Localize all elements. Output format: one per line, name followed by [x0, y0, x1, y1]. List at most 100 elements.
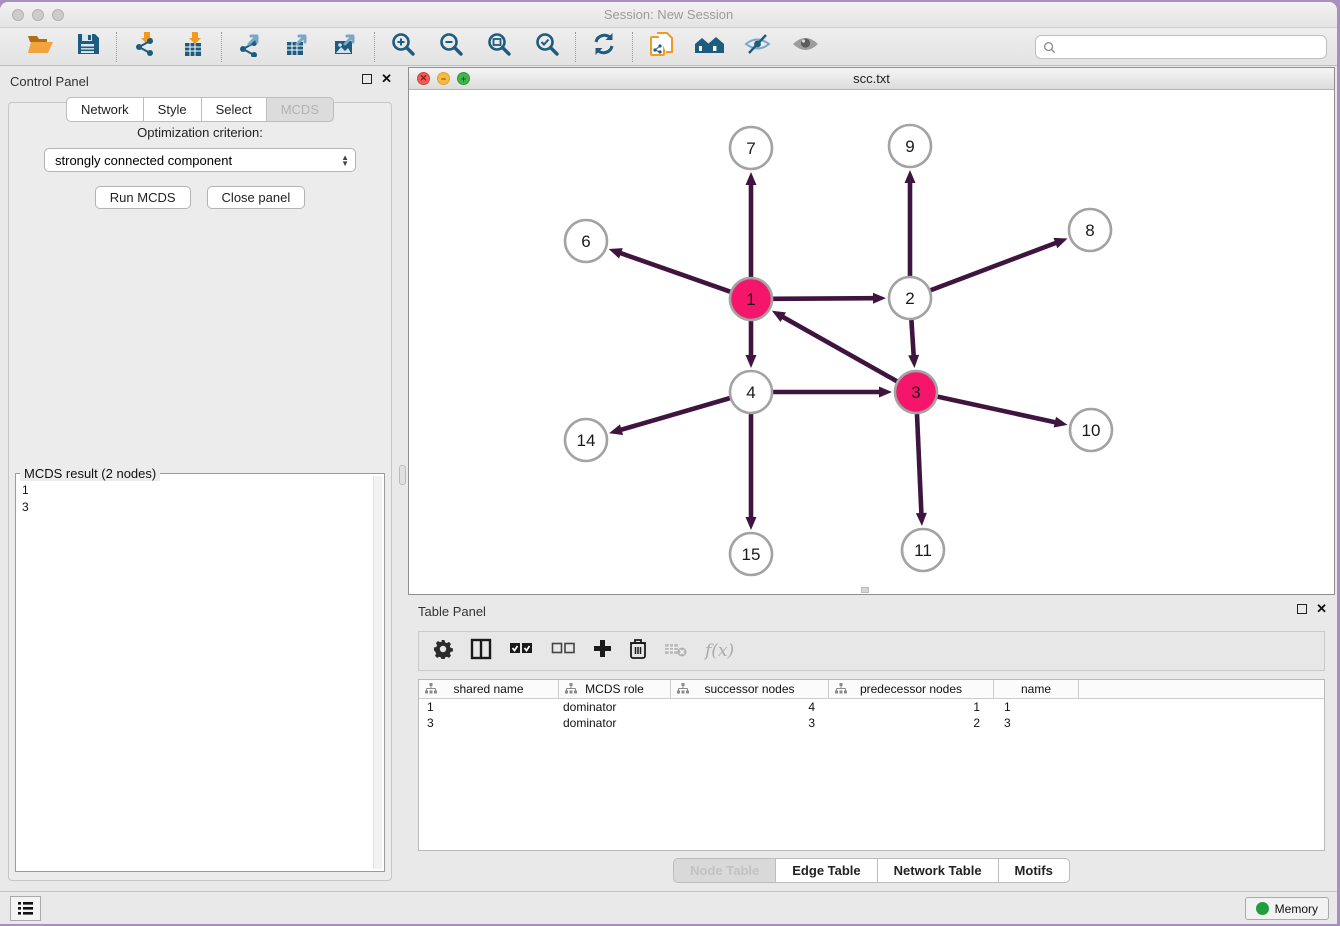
table-cell[interactable]: 1: [829, 699, 994, 715]
node-table[interactable]: shared nameMCDS rolesuccessor nodesprede…: [418, 679, 1325, 851]
edge-2-3[interactable]: [911, 320, 913, 357]
edge-arrow-4-3: [879, 387, 892, 398]
table-cell[interactable]: 3: [419, 715, 559, 731]
minimize-window-button[interactable]: [32, 9, 44, 21]
edge-1-6[interactable]: [619, 253, 730, 292]
delete-row-button[interactable]: [629, 638, 647, 664]
optimization-criterion-dropdown[interactable]: strongly connected component ▲▼: [44, 148, 356, 172]
zoom-out-button[interactable]: [437, 33, 465, 61]
close-window-button[interactable]: [12, 9, 24, 21]
gear-button[interactable]: [433, 639, 453, 664]
table-cell[interactable]: 1: [994, 699, 1079, 715]
function-button: f(x): [705, 641, 734, 661]
graph-node-label-4: 4: [746, 383, 755, 402]
memory-button[interactable]: Memory: [1245, 897, 1329, 920]
run-mcds-button[interactable]: Run MCDS: [95, 186, 191, 209]
result-scrollbar[interactable]: [373, 476, 382, 869]
table-cell[interactable]: dominator: [559, 715, 671, 731]
table-cell[interactable]: dominator: [559, 699, 671, 715]
save-session-icon: [76, 32, 100, 61]
save-session-button[interactable]: [74, 33, 102, 61]
table-tab-edge-table[interactable]: Edge Table: [775, 858, 876, 883]
zoom-out-icon: [438, 31, 464, 62]
edge-4-14[interactable]: [620, 398, 730, 430]
network-maximize-button[interactable]: +: [457, 72, 470, 85]
table-panel-header: Table Panel ✕: [408, 597, 1335, 625]
graph-node-label-6: 6: [581, 232, 590, 251]
control-tab-style[interactable]: Style: [143, 97, 201, 122]
edge-2-8[interactable]: [931, 242, 1058, 290]
column-header-shared-name[interactable]: shared name: [419, 680, 559, 698]
refresh-layout-icon: [591, 31, 617, 62]
export-network-button[interactable]: [236, 33, 264, 61]
zoom-window-button[interactable]: [52, 9, 64, 21]
refresh-layout-button[interactable]: [590, 33, 618, 61]
column-view-icon: [470, 638, 492, 665]
network-minimize-button[interactable]: −: [437, 72, 450, 85]
float-panel-icon[interactable]: [362, 74, 372, 84]
export-table-icon: [285, 31, 311, 62]
show-all-button[interactable]: [791, 33, 819, 61]
table-row[interactable]: 3dominator323: [419, 715, 1324, 731]
edge-arrow-2-3: [908, 355, 919, 368]
column-header-successor-nodes[interactable]: successor nodes: [671, 680, 829, 698]
control-tab-select[interactable]: Select: [201, 97, 266, 122]
close-panel-icon[interactable]: ✕: [381, 74, 392, 84]
network-close-button[interactable]: ✕: [417, 72, 430, 85]
close-table-panel-icon[interactable]: ✕: [1316, 604, 1327, 614]
zoom-selected-button[interactable]: [533, 33, 561, 61]
task-history-button[interactable]: [10, 896, 41, 921]
import-table-button[interactable]: [179, 33, 207, 61]
zoom-in-button[interactable]: [389, 33, 417, 61]
network-graph[interactable]: 7968124314101511: [409, 90, 1334, 594]
search-box[interactable]: [1035, 35, 1327, 59]
dropdown-value: strongly connected component: [55, 153, 341, 168]
table-panel: Table Panel ✕ f(x) shared nameMCDS roles…: [408, 597, 1335, 891]
table-cell[interactable]: 3: [994, 715, 1079, 731]
close-panel-button[interactable]: Close panel: [207, 186, 306, 209]
hierarchy-icon: [565, 683, 577, 694]
column-header-name[interactable]: name: [994, 680, 1079, 698]
network-view-window: ✕ − + scc.txt 7968124314101511: [408, 67, 1335, 595]
table-cell[interactable]: 2: [829, 715, 994, 731]
edge-arrow-2-8: [1053, 238, 1067, 248]
control-tab-network[interactable]: Network: [66, 97, 143, 122]
table-tab-node-table[interactable]: Node Table: [673, 858, 775, 883]
edge-1-2[interactable]: [773, 298, 875, 299]
new-network-from-selection-button[interactable]: [647, 33, 675, 61]
hide-selected-button[interactable]: [743, 33, 771, 61]
export-image-button[interactable]: [332, 33, 360, 61]
network-canvas[interactable]: 7968124314101511: [409, 90, 1334, 594]
import-network-button[interactable]: [131, 33, 159, 61]
search-input[interactable]: [1061, 40, 1326, 54]
column-view-button[interactable]: [470, 638, 492, 665]
add-row-button[interactable]: [593, 639, 612, 663]
mcds-result-list[interactable]: 13: [18, 476, 372, 869]
table-cell[interactable]: 1: [419, 699, 559, 715]
select-all-button[interactable]: [509, 642, 534, 660]
open-session-button[interactable]: [26, 33, 54, 61]
deselect-all-button[interactable]: [551, 642, 576, 660]
window-resize-handle[interactable]: [861, 587, 869, 593]
export-table-button[interactable]: [284, 33, 312, 61]
table-header-row: shared nameMCDS rolesuccessor nodesprede…: [419, 680, 1324, 699]
edge-3-10[interactable]: [937, 397, 1056, 423]
window-controls[interactable]: [12, 9, 64, 21]
panel-splitter-handle[interactable]: [399, 465, 406, 485]
control-tab-mcds[interactable]: MCDS: [266, 97, 334, 122]
new-network-from-selection-icon: [649, 31, 674, 63]
edge-3-1[interactable]: [781, 316, 896, 381]
column-header-MCDS-role[interactable]: MCDS role: [559, 680, 671, 698]
column-header-predecessor-nodes[interactable]: predecessor nodes: [829, 680, 994, 698]
table-tab-motifs[interactable]: Motifs: [998, 858, 1070, 883]
zoom-fit-button[interactable]: [485, 33, 513, 61]
first-neighbors-button[interactable]: [695, 33, 723, 61]
table-row[interactable]: 1dominator411: [419, 699, 1324, 715]
table-tab-network-table[interactable]: Network Table: [877, 858, 998, 883]
table-cell[interactable]: 3: [671, 715, 829, 731]
graph-node-label-14: 14: [577, 431, 596, 450]
float-table-panel-icon[interactable]: [1297, 604, 1307, 614]
edge-3-11[interactable]: [917, 414, 921, 515]
edge-arrow-3-11: [916, 513, 927, 526]
table-cell[interactable]: 4: [671, 699, 829, 715]
